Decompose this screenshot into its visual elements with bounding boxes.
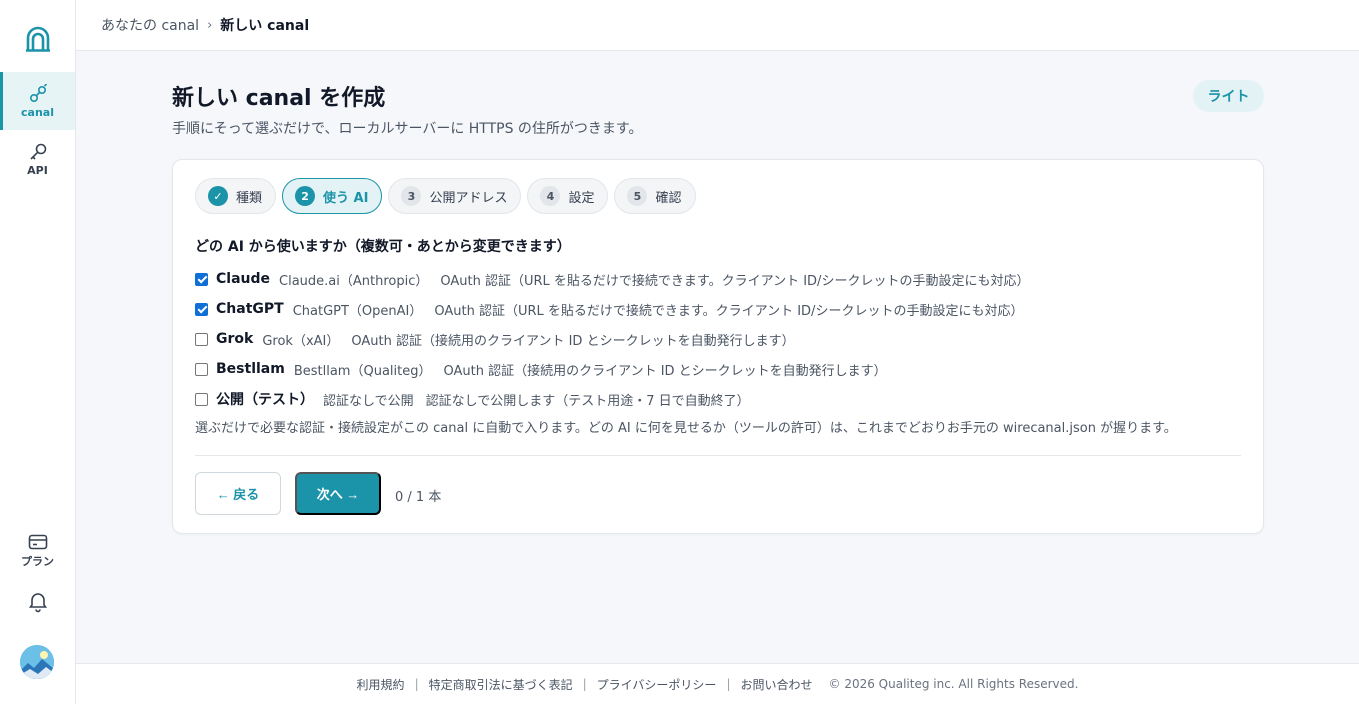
- footer-separator: |: [414, 677, 419, 691]
- step-number: 5: [627, 186, 648, 206]
- step-number: 2: [295, 186, 316, 206]
- option-claude: Claude Claude.ai（Anthropic） OAuth 認証（URL…: [195, 264, 1029, 294]
- option-provider: 認証なしで公開: [323, 393, 414, 409]
- option-checkbox[interactable]: [195, 392, 208, 406]
- copyright: © 2026 Qualiteg inc. All Rights Reserved…: [828, 677, 1079, 691]
- selection-count: 0 / 1 本: [395, 490, 442, 505]
- mode-badge[interactable]: ライト: [1193, 80, 1264, 112]
- breadcrumb: あなたの canal › 新しい canal: [76, 0, 1359, 51]
- sidebar-item-plan[interactable]: プラン: [0, 522, 75, 580]
- footer-separator: |: [726, 677, 731, 691]
- sidebar: canal API プラン: [0, 0, 76, 704]
- option-name: 公開（テスト）: [216, 392, 314, 408]
- step-label: 使う AI: [323, 190, 369, 206]
- sidebar-item-label: プラン: [21, 555, 54, 568]
- option-description: 認証なしで公開します（テスト用途・7 日で自動終了）: [425, 393, 750, 409]
- option-description: OAuth 認証（URL を貼るだけで接続できます。クライアント ID/シークレ…: [440, 273, 1030, 289]
- bell-icon[interactable]: [27, 591, 49, 613]
- next-button[interactable]: 次へ →: [295, 472, 381, 515]
- option-description: OAuth 認証（URL を貼るだけで接続できます。クライアント ID/シークレ…: [434, 303, 1024, 319]
- option-name: Grok: [216, 331, 254, 347]
- step-label: 確認: [655, 190, 682, 206]
- option-public-test: 公開（テスト） 認証なしで公開 認証なしで公開します（テスト用途・7 日で自動終…: [195, 384, 1029, 414]
- footer-link-privacy[interactable]: プライバシーポリシー: [597, 676, 717, 693]
- option-provider: ChatGPT（OpenAI）: [292, 303, 423, 319]
- step-ai[interactable]: 2 使う AI: [282, 178, 383, 214]
- page-title: 新しい canal を作成: [172, 86, 386, 111]
- help-note: 選ぶだけで必要な認証・接続設定がこの canal に自動で入ります。どの AI …: [195, 421, 1177, 436]
- option-checkbox[interactable]: [195, 332, 208, 346]
- option-description: OAuth 認証（接続用のクライアント ID とシークレットを自動発行します）: [351, 333, 795, 349]
- step-settings[interactable]: 4 設定: [527, 178, 609, 214]
- sidebar-item-canal[interactable]: canal: [0, 72, 75, 130]
- step-number: 4: [540, 186, 561, 206]
- footer-link-terms[interactable]: 利用規約: [357, 676, 405, 693]
- footer-separator: |: [582, 677, 587, 691]
- link-icon: [29, 83, 47, 102]
- option-name: ChatGPT: [216, 301, 284, 317]
- key-icon: [29, 143, 46, 160]
- wizard-card: ✓ 種類 2 使う AI 3 公開アドレス 4 設定 5 確認 どの AI から…: [172, 159, 1264, 534]
- breadcrumb-current: 新しい canal: [220, 18, 310, 34]
- option-provider: Claude.ai（Anthropic）: [279, 273, 429, 289]
- footer-link-contact[interactable]: お問い合わせ: [740, 676, 812, 693]
- question-label: どの AI から使いますか（複数可・あとから変更できます）: [195, 239, 571, 255]
- option-chatgpt: ChatGPT ChatGPT（OpenAI） OAuth 認証（URL を貼る…: [195, 294, 1029, 324]
- arch-logo-icon[interactable]: [23, 24, 53, 54]
- option-checkbox[interactable]: [195, 272, 208, 286]
- step-public-address[interactable]: 3 公開アドレス: [388, 178, 522, 214]
- option-checkbox[interactable]: [195, 362, 208, 376]
- step-label: 種類: [236, 190, 263, 206]
- option-bestllam: Bestllam Bestllam（Qualiteg） OAuth 認証（接続用…: [195, 354, 1029, 384]
- stepper: ✓ 種類 2 使う AI 3 公開アドレス 4 設定 5 確認: [195, 178, 696, 214]
- step-number: 3: [401, 186, 422, 206]
- divider: [195, 455, 1241, 456]
- option-description: OAuth 認証（接続用のクライアント ID とシークレットを自動発行します）: [443, 363, 887, 379]
- avatar[interactable]: [20, 645, 54, 679]
- page-subtitle: 手順にそって選ぶだけで、ローカルサーバーに HTTPS の住所がつきます。: [172, 121, 643, 137]
- footer: 利用規約 | 特定商取引法に基づく表記 | プライバシーポリシー | お問い合わ…: [76, 663, 1359, 704]
- step-type[interactable]: ✓ 種類: [195, 178, 277, 214]
- sidebar-item-label: canal: [21, 105, 54, 119]
- sidebar-item-api[interactable]: API: [0, 130, 75, 188]
- check-icon: ✓: [208, 186, 228, 206]
- sidebar-item-label: API: [27, 163, 48, 177]
- card-icon: [28, 534, 47, 550]
- option-provider: Grok（xAI）: [262, 333, 340, 349]
- back-button[interactable]: ← 戻る: [195, 472, 281, 515]
- breadcrumb-parent-link[interactable]: あなたの canal: [101, 15, 199, 35]
- option-checkbox[interactable]: [195, 302, 208, 316]
- step-confirm[interactable]: 5 確認: [614, 178, 696, 214]
- ai-options-list: Claude Claude.ai（Anthropic） OAuth 認証（URL…: [195, 264, 1029, 414]
- option-grok: Grok Grok（xAI） OAuth 認証（接続用のクライアント ID とシ…: [195, 324, 1029, 354]
- step-label: 設定: [568, 190, 595, 206]
- step-label: 公開アドレス: [429, 190, 508, 206]
- option-name: Claude: [216, 271, 271, 287]
- option-provider: Bestllam（Qualiteg）: [293, 363, 432, 379]
- chevron-right-icon: ›: [207, 17, 213, 33]
- avatar-image: [20, 645, 54, 679]
- footer-link-commerce-law[interactable]: 特定商取引法に基づく表記: [429, 676, 573, 693]
- option-name: Bestllam: [216, 361, 285, 377]
